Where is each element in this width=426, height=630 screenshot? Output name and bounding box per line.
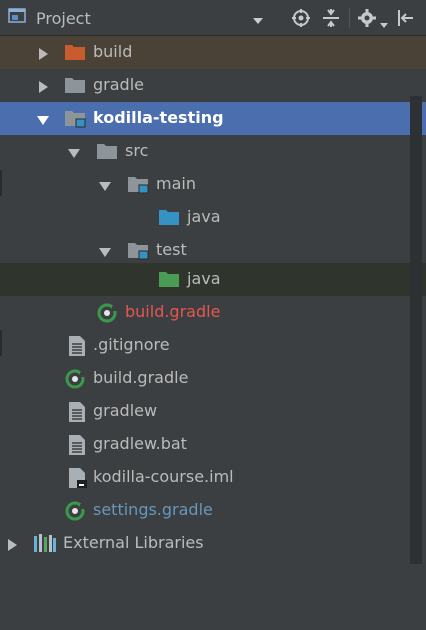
gradle-file-icon <box>96 302 118 323</box>
locate-icon[interactable] <box>290 7 312 29</box>
text-file-icon <box>66 335 88 356</box>
settings-dropdown-icon[interactable] <box>380 14 388 33</box>
tree-item-test-java[interactable]: java <box>0 263 426 296</box>
folder-icon <box>64 75 86 95</box>
header-divider <box>349 8 350 28</box>
iml-file-icon <box>66 467 88 488</box>
expanded-arrow-icon[interactable] <box>36 112 50 126</box>
expanded-arrow-icon[interactable] <box>67 145 81 159</box>
tree-item-label: java <box>187 269 221 288</box>
tree-item-label: gradlew <box>93 401 158 420</box>
tree-item-main[interactable]: main <box>0 168 426 201</box>
expanded-arrow-icon[interactable] <box>98 244 112 258</box>
tree-item-label: build.gradle <box>125 302 221 321</box>
tree-item-settings-gradle[interactable]: settings.gradle <box>0 494 426 527</box>
collapse-all-icon[interactable] <box>320 7 342 29</box>
gradle-file-icon <box>64 500 86 521</box>
tool-window-title: Project <box>36 8 91 28</box>
tree-item-label: gradlew.bat <box>93 434 187 453</box>
vertical-scrollbar[interactable] <box>410 96 422 564</box>
collapsed-arrow-icon[interactable] <box>36 46 50 60</box>
tree-item-label: kodilla-course.iml <box>93 467 234 486</box>
test-root-folder-icon <box>127 240 149 260</box>
source-folder-icon <box>158 207 180 227</box>
project-tool-window: Project build gradle kodilla-testing src… <box>0 0 426 630</box>
settings-gear-icon[interactable] <box>356 7 378 29</box>
tree-item-label: main <box>156 174 196 193</box>
tree-item-label: build.gradle <box>93 368 189 387</box>
text-file-icon <box>66 401 88 422</box>
tree-item-build[interactable]: build <box>0 36 426 69</box>
gutter-marker <box>0 330 2 356</box>
tree-item-gradlew-bat[interactable]: gradlew.bat <box>0 428 426 461</box>
test-source-folder-icon <box>158 269 180 289</box>
tree-item-module-build-gradle[interactable]: build.gradle <box>0 296 426 329</box>
tree-item-label: java <box>187 207 221 226</box>
collapsed-arrow-icon[interactable] <box>36 79 50 93</box>
source-root-folder-icon <box>127 174 149 194</box>
gutter-marker <box>0 170 2 196</box>
folder-excluded-icon <box>64 42 86 62</box>
tree-item-gitignore[interactable]: .gitignore <box>0 329 426 362</box>
tree-item-label: test <box>156 240 187 259</box>
project-view-icon <box>8 7 28 29</box>
tree-item-external-libraries[interactable]: External Libraries <box>0 527 426 560</box>
tree-item-kodilla-testing[interactable]: kodilla-testing <box>0 102 426 135</box>
tree-item-label: kodilla-testing <box>93 108 224 127</box>
expanded-arrow-icon[interactable] <box>98 178 112 192</box>
tree-item-iml[interactable]: kodilla-course.iml <box>0 461 426 494</box>
tree-item-gradle[interactable]: gradle <box>0 69 426 102</box>
tree-item-label: src <box>125 141 149 160</box>
folder-icon <box>96 141 118 161</box>
tree-item-label: External Libraries <box>63 533 204 552</box>
tree-item-build-gradle[interactable]: build.gradle <box>0 362 426 395</box>
project-tree: build gradle kodilla-testing src main ja… <box>0 36 426 630</box>
dropdown-icon[interactable] <box>252 12 264 24</box>
tree-item-label: .gitignore <box>93 335 170 354</box>
tree-item-label: settings.gradle <box>93 500 213 519</box>
tree-item-main-java[interactable]: java <box>0 201 426 234</box>
module-folder-icon <box>64 108 86 128</box>
tree-item-src[interactable]: src <box>0 135 426 168</box>
tool-window-header: Project <box>0 0 426 36</box>
hide-panel-icon[interactable] <box>394 7 416 29</box>
tree-item-gradlew[interactable]: gradlew <box>0 395 426 428</box>
view-selector[interactable]: Project <box>8 0 91 36</box>
tree-item-label: gradle <box>93 75 144 94</box>
gradle-file-icon <box>64 368 86 389</box>
collapsed-arrow-icon[interactable] <box>5 537 19 551</box>
libraries-icon <box>33 533 56 553</box>
text-file-icon <box>66 434 88 455</box>
tree-item-label: build <box>93 42 133 61</box>
